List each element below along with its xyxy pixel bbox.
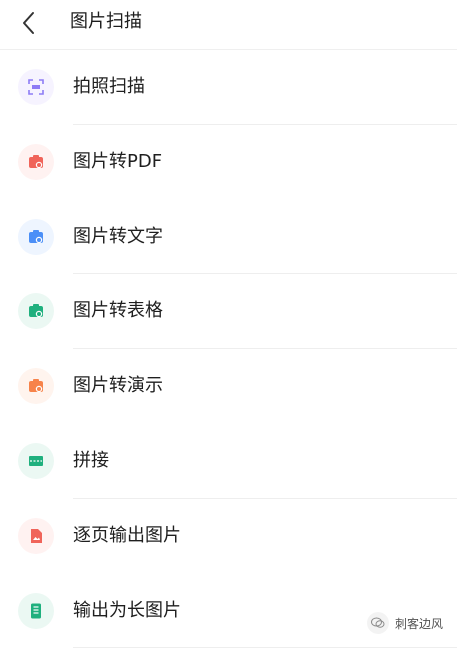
image-to-slides-icon-wrap (18, 368, 54, 405)
scan-icon-wrap (18, 69, 54, 105)
menu-item-export-pages[interactable]: 逐页输出图片 (0, 499, 457, 574)
watermark: 刺客边风 (366, 612, 443, 634)
image-to-slides-icon (29, 379, 43, 393)
menu-item-photo-scan[interactable]: 拍照扫描 (0, 50, 457, 125)
image-to-text-icon-wrap (18, 218, 54, 255)
export-pages-icon (31, 528, 42, 543)
image-to-pdf-icon-wrap (18, 143, 54, 180)
menu-item-label: 图片转PDF (73, 150, 163, 172)
menu-item-label: 图片转表格 (73, 300, 163, 322)
back-button[interactable] (14, 8, 44, 38)
menu-item-label: 拍照扫描 (73, 76, 145, 97)
menu-item-image-to-slides[interactable]: 图片转演示 (0, 349, 457, 424)
image-to-pdf-icon (29, 154, 43, 168)
menu-item-image-to-table[interactable]: 图片转表格 (0, 274, 457, 350)
menu-item-label: 图片转文字 (73, 225, 163, 247)
export-pages-icon-wrap (18, 517, 54, 554)
long-image-icon (31, 603, 41, 619)
menu-item-label: 输出为长图片 (73, 599, 181, 621)
menu-item-stitch[interactable]: 拼接 (0, 424, 457, 499)
menu-item-label: 图片转演示 (73, 375, 163, 397)
wechat-logo-icon (366, 612, 389, 634)
menu-item-image-to-text[interactable]: 图片转文字 (0, 200, 457, 275)
tool-list: 拍照扫描 图片转PDF 图片转文字 图片转表格 图片转演示 拼接 逐页输出图片 … (0, 50, 457, 648)
long-image-icon-wrap (18, 592, 54, 629)
scan-icon (28, 79, 44, 95)
header-bar: 图片扫描 (0, 0, 457, 50)
page-title: 图片扫描 (70, 11, 142, 32)
watermark-text: 刺客边风 (394, 616, 443, 631)
stitch-icon-wrap (18, 442, 54, 479)
stitch-icon (29, 455, 43, 466)
menu-item-image-to-pdf[interactable]: 图片转PDF (0, 125, 457, 200)
menu-item-long-image[interactable]: 输出为长图片 (0, 574, 457, 648)
menu-item-label: 逐页输出图片 (73, 524, 181, 546)
image-to-text-icon (29, 229, 43, 243)
image-to-table-icon (29, 304, 43, 318)
chevron-left-icon (23, 12, 34, 34)
image-to-table-icon-wrap (18, 293, 54, 330)
menu-item-label: 拼接 (73, 449, 109, 471)
